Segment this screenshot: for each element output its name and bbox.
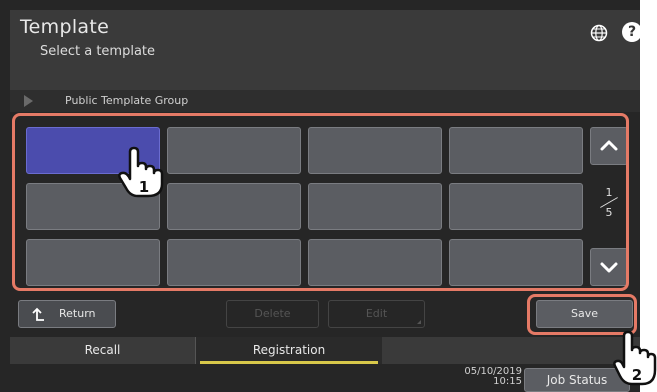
date-time: 05/10/2019 10:15: [460, 367, 522, 387]
return-label: Return: [59, 307, 96, 320]
tab-recall-label: Recall: [84, 343, 121, 357]
globe-icon[interactable]: [590, 24, 608, 42]
return-button[interactable]: Return: [18, 300, 116, 328]
template-group-label: Public Template Group: [65, 94, 189, 107]
help-icon[interactable]: ?: [622, 22, 640, 42]
time-text: 10:15: [493, 376, 522, 387]
hand-pointer-icon-step-2: 2: [613, 330, 657, 386]
step-2-number: 2: [632, 366, 642, 384]
device-screen: Template Select a template ? Public Temp…: [0, 0, 640, 392]
job-status-label: Job Status: [546, 373, 608, 387]
expand-arrow-icon: [24, 95, 33, 107]
tab-registration-label: Registration: [252, 343, 326, 357]
tab-bar-filler: [382, 337, 640, 364]
page-title: Template: [20, 16, 110, 38]
save-button[interactable]: Save: [536, 300, 633, 328]
tab-registration[interactable]: Registration: [196, 337, 382, 364]
active-tab-indicator: [200, 361, 378, 364]
template-group-bar[interactable]: Public Template Group: [10, 90, 640, 112]
save-label: Save: [570, 307, 598, 320]
return-arrow-icon: [32, 307, 44, 321]
step-1-number: 1: [139, 178, 149, 196]
submenu-triangle-icon: [417, 320, 421, 324]
tab-recall[interactable]: Recall: [10, 337, 196, 364]
edit-label: Edit: [365, 307, 388, 320]
delete-label: Delete: [254, 307, 291, 320]
hand-pointer-icon-step-1: 1: [118, 146, 164, 198]
header: Template Select a template ?: [10, 10, 640, 90]
edit-button[interactable]: Edit: [328, 300, 425, 328]
delete-button[interactable]: Delete: [226, 300, 319, 328]
page-subtitle: Select a template: [40, 44, 156, 59]
template-grid-highlight: [12, 113, 629, 291]
